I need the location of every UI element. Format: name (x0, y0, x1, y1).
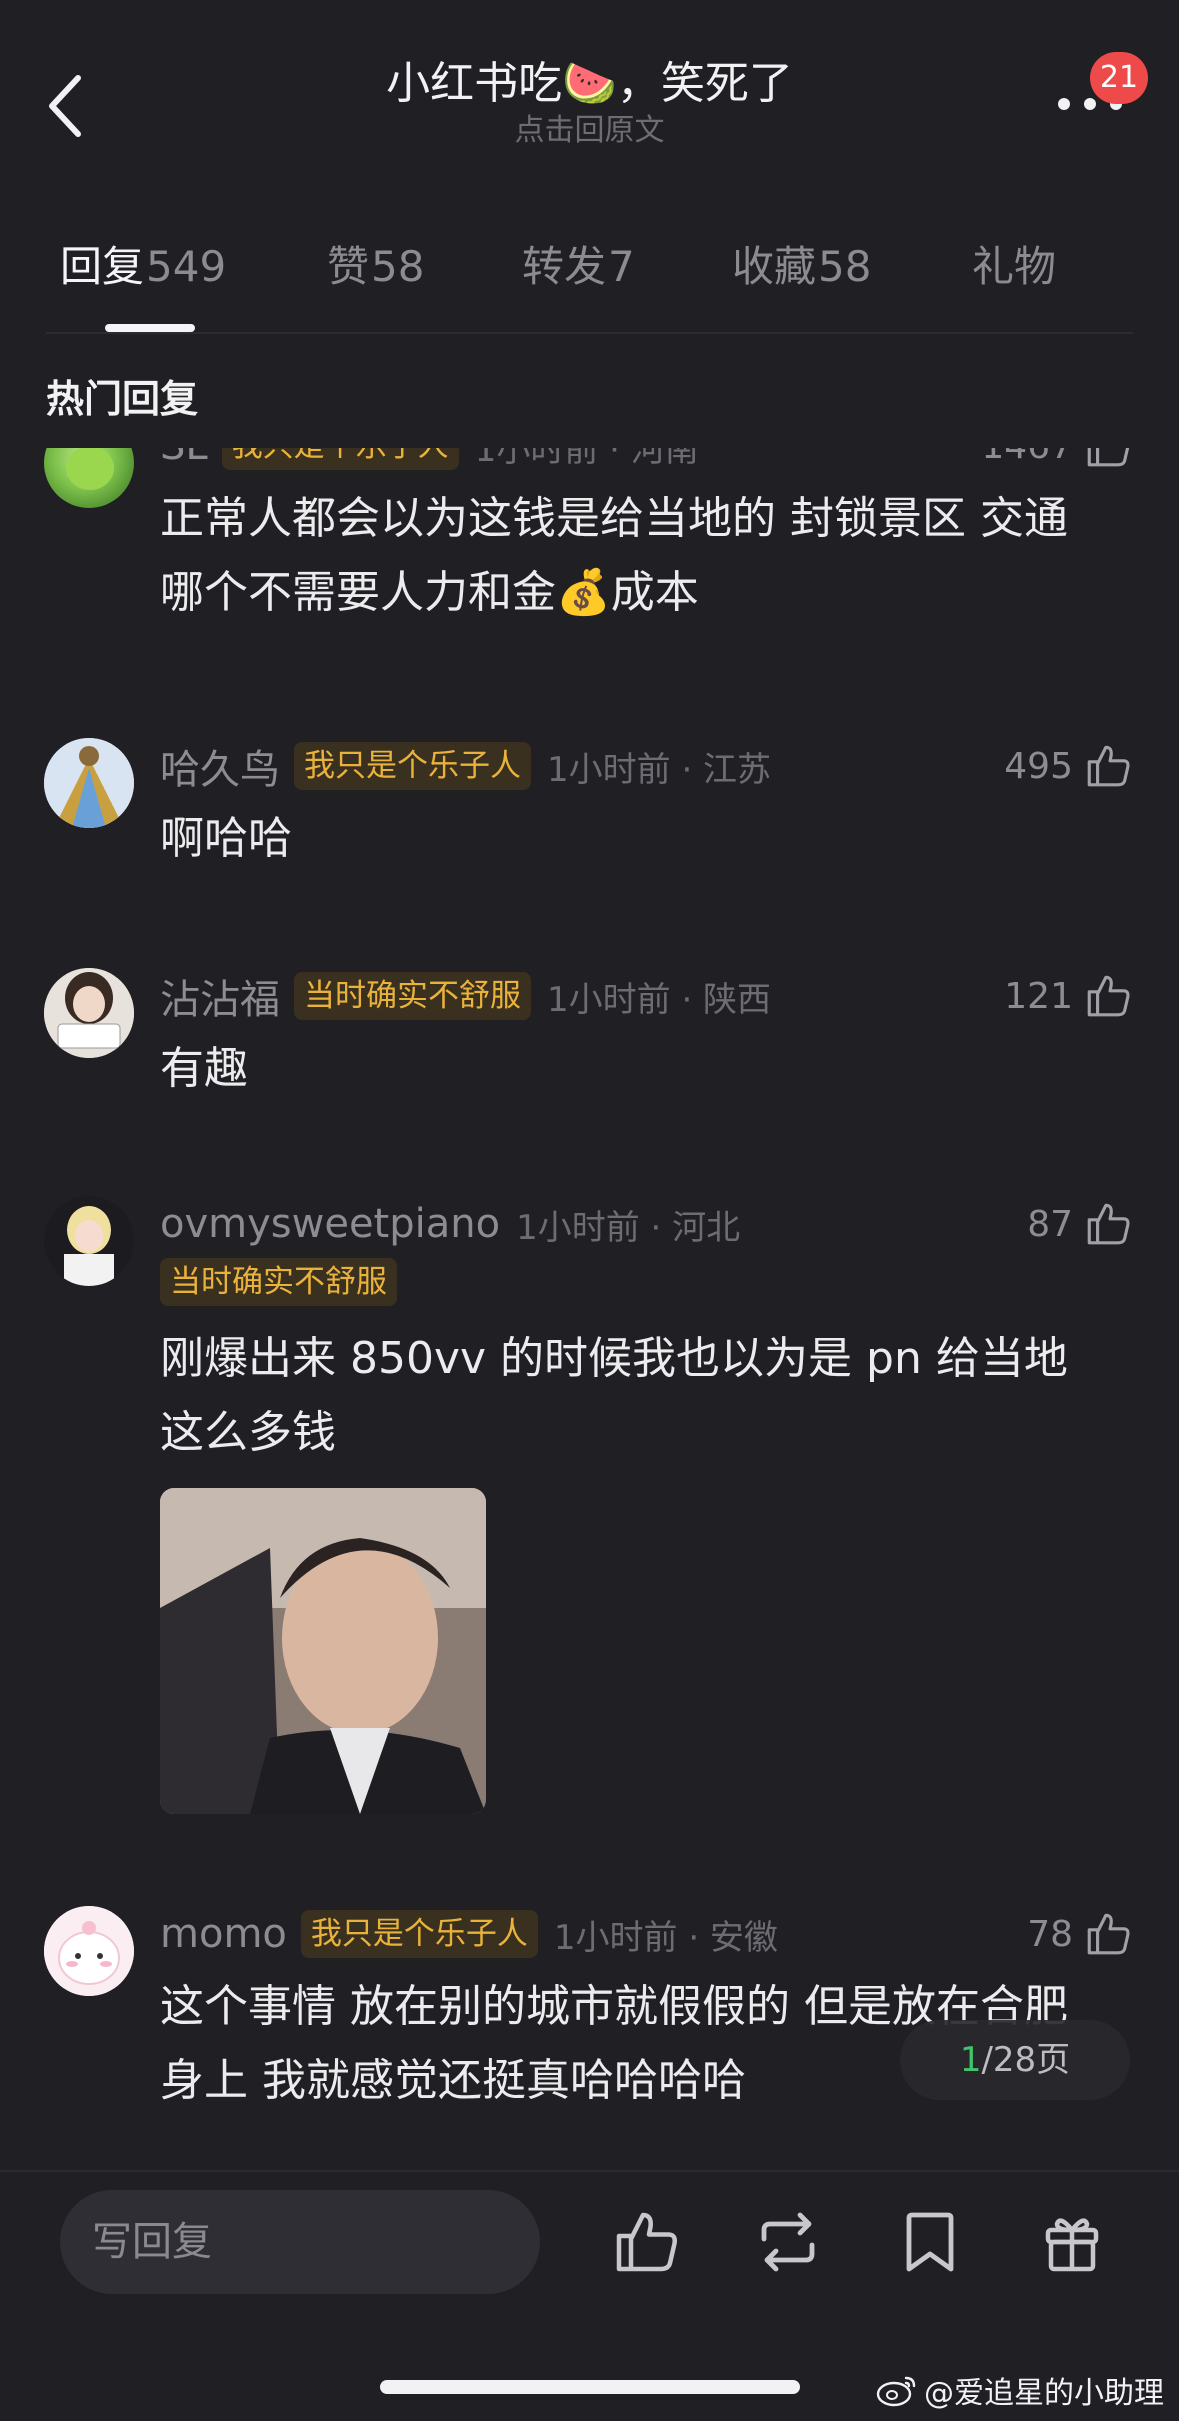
repost-button[interactable] (752, 2206, 824, 2278)
username[interactable]: 哈久鸟 (160, 737, 280, 795)
divider (0, 2170, 1179, 2172)
notification-badge: 21 (1090, 52, 1148, 104)
comment-meta: momo 我只是个乐子人 1小时前 · 安徽 (160, 1906, 778, 1962)
thumbs-up-icon (1087, 745, 1130, 787)
username[interactable]: ovmysweetpiano (160, 1201, 500, 1247)
tab-gifts[interactable]: 礼物 (972, 232, 1056, 302)
avatar-image (44, 1906, 134, 1996)
tab-reposts[interactable]: 转发7 (522, 232, 635, 302)
like-count: 78 (1027, 1913, 1073, 1955)
tab-label: 回复 (60, 242, 145, 291)
tab-label: 赞 (327, 242, 370, 291)
home-indicator[interactable] (380, 2380, 800, 2394)
apple-icon (66, 448, 114, 490)
divider (46, 332, 1133, 334)
user-tag: 我只是个乐子人 (294, 742, 531, 790)
tab-label: 转发 (522, 242, 607, 291)
avatar-image (44, 968, 134, 1058)
like-control[interactable]: 121 (1004, 968, 1133, 1024)
title-area[interactable]: 小红书吃🍉，笑死了 点击回原文 (200, 56, 979, 150)
header: 小红书吃🍉，笑死了 点击回原文 21 (0, 0, 1179, 180)
user-tag: 我只是个乐子人 (300, 1910, 538, 1958)
current-page: 1 (959, 2040, 982, 2080)
tag-line: 当时确实不舒服 (160, 1258, 397, 1306)
gift-button[interactable] (1036, 2206, 1108, 2278)
watermark-text: @爱追星的小助理 (924, 2376, 1164, 2411)
tab-label: 礼物 (972, 242, 1057, 291)
like-count: 87 (1027, 1203, 1073, 1245)
like-control[interactable]: 87 (1027, 1196, 1133, 1252)
avatar-image (44, 1196, 134, 1286)
timestamp-location: 1小时前 · 河南 (474, 448, 699, 470)
reply-input[interactable]: 写回复 (60, 2190, 540, 2294)
avatar[interactable] (44, 1906, 134, 1996)
username[interactable]: momo (160, 1911, 287, 1957)
comment-text: 有趣 (160, 1043, 248, 1094)
thumbs-up-icon (1087, 1913, 1130, 1955)
user-tag: 当时确实不舒服 (294, 972, 531, 1020)
thumbs-up-icon (1087, 1203, 1130, 1245)
comment-text: 正常人都会以为这钱是给当地的 封锁景区 交通 哪个不需要人力和金💰成本 (160, 493, 1068, 618)
comment-meta: 沾沾福 当时确实不舒服 1小时前 · 陕西 (160, 968, 771, 1024)
timestamp-location: 1小时前 · 安徽 (553, 1917, 778, 1958)
tab-likes[interactable]: 赞58 (327, 232, 424, 302)
timestamp-location: 1小时前 · 江苏 (547, 749, 772, 790)
back-to-original-link[interactable]: 点击回原文 (200, 112, 979, 150)
gift-icon (1045, 2218, 1099, 2272)
username[interactable]: 沾沾福 (160, 967, 280, 1025)
bookmark-button[interactable] (894, 2206, 966, 2278)
tab-count: 7 (608, 242, 635, 291)
tab-count: 549 (146, 242, 227, 291)
repost-icon (761, 2212, 815, 2272)
timestamp-location: 1小时前 · 河北 (516, 1207, 741, 1248)
watermark: @爱追星的小助理 (876, 2368, 1164, 2412)
comment-meta: ovmysweetpiano 1小时前 · 河北 (160, 1196, 740, 1252)
photo-image (160, 1488, 486, 1814)
timestamp-location: 1小时前 · 陕西 (547, 979, 772, 1020)
avatar[interactable] (44, 738, 134, 828)
weibo-logo-icon (876, 2376, 916, 2407)
like-count: 495 (1004, 745, 1073, 787)
tab-count: 58 (371, 242, 425, 291)
like-count: 1467 (981, 448, 1073, 467)
avatar[interactable] (44, 968, 134, 1058)
comment-meta: SL 我只是个乐子人 1小时前 · 河南 (160, 448, 699, 474)
page-title: 小红书吃🍉，笑死了 (386, 58, 793, 109)
tab-indicator (105, 324, 195, 332)
like-count: 121 (1004, 975, 1073, 1017)
tab-replies[interactable]: 回复549 (60, 232, 226, 302)
tab-label: 收藏 (732, 242, 817, 291)
comment-meta: 哈久鸟 我只是个乐子人 1小时前 · 江苏 (160, 738, 771, 794)
tab-count: 58 (818, 242, 872, 291)
bookmark-icon (906, 2212, 954, 2272)
avatar-image (44, 738, 134, 828)
chevron-left-icon (49, 75, 81, 137)
back-button[interactable] (36, 66, 96, 146)
comment-text: 啊哈哈 (160, 813, 292, 864)
comment-photo[interactable] (160, 1488, 486, 1814)
like-control[interactable]: 495 (1004, 738, 1133, 794)
comment-text: 刚爆出来 850vv 的时候我也以为是 pn 给当地这么多钱 (160, 1333, 1068, 1458)
user-tag: 我只是个乐子人 (221, 448, 459, 470)
total-pages: /28页 (981, 2040, 1071, 2080)
like-button[interactable] (610, 2206, 682, 2278)
thumbs-up-icon (616, 2212, 677, 2272)
avatar[interactable] (44, 448, 134, 508)
avatar[interactable] (44, 1196, 134, 1286)
like-control[interactable]: 1467 (981, 448, 1133, 474)
username[interactable]: SL (160, 448, 208, 469)
tab-bar: 回复549 赞58 转发7 收藏58 礼物 (0, 232, 1179, 332)
comment-list[interactable]: SL 我只是个乐子人 1小时前 · 河南 1467 正常人都会以为这钱是给当地的… (0, 448, 1179, 2168)
user-tag: 当时确实不舒服 (160, 1258, 397, 1306)
section-title: 热门回复 (46, 377, 199, 421)
like-control[interactable]: 78 (1027, 1906, 1133, 1962)
thumbs-up-icon (1087, 975, 1130, 1017)
comments-screen: 小红书吃🍉，笑死了 点击回原文 21 回复549 赞58 转发7 收藏58 礼物… (0, 0, 1179, 2421)
page-indicator[interactable]: 1/28页 (900, 2020, 1130, 2100)
thumbs-up-icon (1087, 448, 1130, 467)
tab-favorites[interactable]: 收藏58 (732, 232, 871, 302)
